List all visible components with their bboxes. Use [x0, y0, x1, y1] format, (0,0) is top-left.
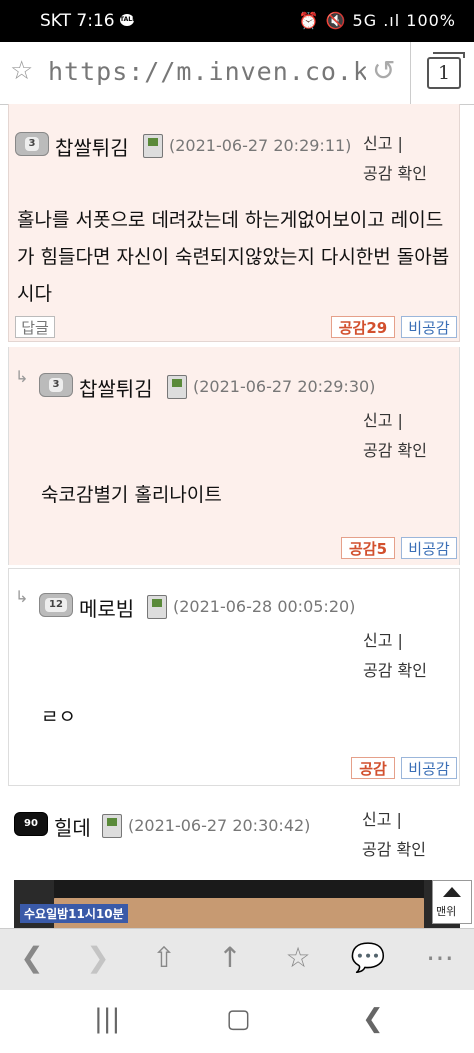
comment-date: (2021-06-27 20:29:11) — [169, 136, 352, 155]
mobile-icon — [147, 595, 167, 619]
like-button[interactable]: 공감 — [351, 757, 395, 779]
report-link[interactable]: 신고 | — [363, 407, 403, 431]
level-badge: 90 — [14, 812, 48, 836]
like-button[interactable]: 공감5 — [341, 537, 395, 559]
report-link[interactable]: 신고 | — [363, 627, 403, 651]
dislike-button[interactable]: 비공감 — [401, 757, 457, 779]
comment-body: 홀나를 서폿으로 데려갔는데 하는게없어보이고 레이드가 힘들다면 자신이 숙련… — [17, 209, 450, 305]
reply-arrow-icon: ↳ — [15, 587, 29, 606]
url-bar: ☆ https://m.inven.co.kr/b... ↺ 1 — [0, 42, 474, 105]
home-button-icon[interactable]: ▢ — [226, 1004, 251, 1034]
forward-icon[interactable]: ❯ — [78, 941, 118, 974]
bookmark-icon[interactable]: ☆ — [278, 941, 318, 974]
dislike-button[interactable]: 비공감 — [401, 537, 457, 559]
back-button-icon[interactable]: ❮ — [362, 1004, 384, 1034]
home-icon[interactable]: ⇧ — [144, 941, 184, 974]
comment-date: (2021-06-27 20:30:42) — [128, 816, 311, 835]
chat-icon[interactable]: 💬 — [348, 941, 388, 974]
comment-item: 3 찹쌀튀김 (2021-06-27 20:29:11) 신고 | 공감 확인 … — [8, 104, 460, 342]
tabs-button[interactable]: 1 — [410, 42, 474, 104]
report-link[interactable]: 신고 | — [363, 130, 403, 154]
dislike-button[interactable]: 비공감 — [401, 316, 457, 338]
bookmark-star-icon[interactable]: ☆ — [10, 56, 33, 86]
mobile-icon — [102, 814, 122, 838]
comment-item: ↳ 3 찹쌀튀김 (2021-06-27 20:29:30) 신고 | 공감 확… — [8, 347, 460, 565]
like-button[interactable]: 공감29 — [331, 316, 395, 338]
level-badge: 3 — [15, 132, 49, 156]
clock: 7:16 — [76, 11, 115, 31]
tab-count: 1 — [427, 52, 465, 89]
reload-icon[interactable]: ↺ — [372, 54, 395, 87]
up-triangle-icon — [443, 887, 461, 897]
system-nav-bar: ||| ▢ ❮ — [0, 990, 474, 1053]
more-icon[interactable]: ⋯ — [420, 941, 460, 974]
report-link[interactable]: 신고 | — [362, 806, 402, 830]
scroll-top-label: 맨위 — [436, 905, 457, 918]
empathy-check-link[interactable]: 공감 확인 — [363, 657, 427, 681]
comment-body: ㄹㅇ — [41, 706, 76, 728]
status-carrier-time: SKT 7:16 — [40, 11, 115, 31]
empathy-check-link[interactable]: 공감 확인 — [363, 437, 427, 461]
status-indicators: ⏰ 🔇 5G .ıl 100% — [298, 11, 456, 30]
mobile-icon — [143, 134, 163, 158]
mobile-icon — [167, 375, 187, 399]
scroll-top-button[interactable]: 맨위 — [432, 880, 472, 924]
up-icon[interactable]: ↑ — [210, 941, 250, 974]
empathy-check-link[interactable]: 공감 확인 — [362, 836, 426, 860]
browser-toolbar: ❮ ❯ ⇧ ↑ ☆ 💬 ⋯ — [0, 928, 474, 991]
level-badge: 3 — [39, 373, 73, 397]
empathy-check-link[interactable]: 공감 확인 — [363, 160, 427, 184]
kakaotalk-icon: TALK — [120, 14, 137, 26]
reply-arrow-icon: ↳ — [15, 367, 29, 386]
comment-date: (2021-06-27 20:29:30) — [193, 377, 376, 396]
image-hair — [54, 880, 424, 898]
back-icon[interactable]: ❮ — [12, 941, 52, 974]
comment-item: ↳ 12 메로빔 (2021-06-28 00:05:20) 신고 | 공감 확… — [8, 568, 460, 786]
comment-body: 숙코감별기 홀리나이트 — [41, 484, 222, 506]
carrier: SKT — [40, 11, 72, 31]
status-bar: SKT 7:16 TALK ⏰ 🔇 5G .ıl 100% — [0, 0, 474, 42]
image-caption: 수요일밤11시10분 — [20, 904, 128, 923]
reply-button[interactable]: 답글 — [15, 316, 55, 338]
comment-date: (2021-06-28 00:05:20) — [173, 597, 356, 616]
comment-author[interactable]: 찹쌀튀김 — [55, 132, 129, 161]
comment-image[interactable]: 수요일밤11시10분 — [14, 880, 460, 928]
url-field[interactable]: https://m.inven.co.kr/b... — [48, 57, 366, 86]
level-badge: 12 — [39, 593, 73, 617]
recent-apps-icon[interactable]: ||| — [94, 1004, 120, 1034]
comment-author[interactable]: 힐데 — [54, 812, 91, 841]
comment-author[interactable]: 찹쌀튀김 — [79, 373, 153, 402]
comment-author[interactable]: 메로빔 — [79, 593, 134, 622]
